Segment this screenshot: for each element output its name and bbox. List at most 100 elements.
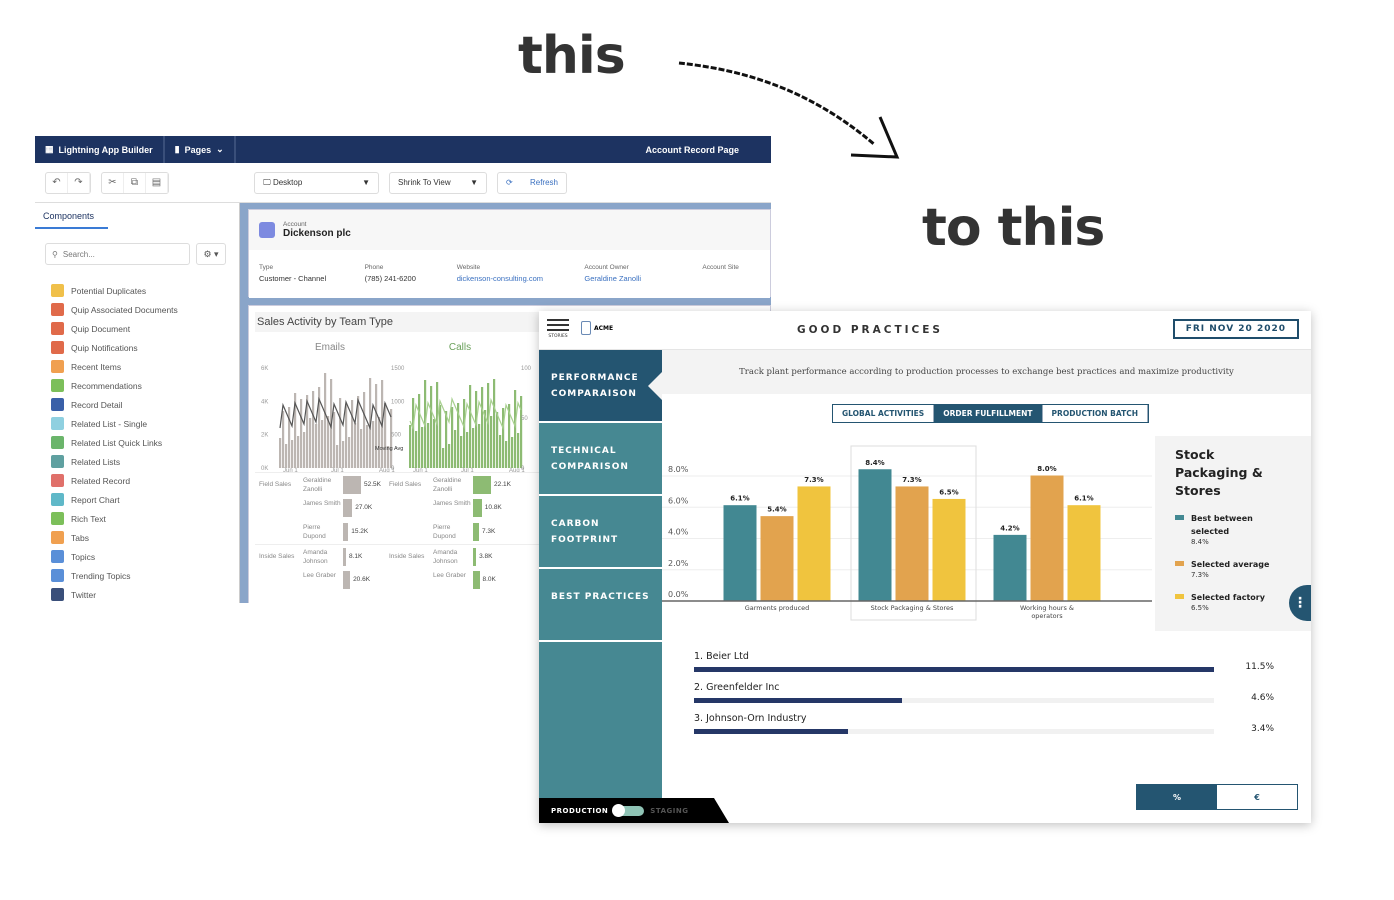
bar[interactable] bbox=[858, 469, 892, 602]
tab-item[interactable]: ORDER FULFILLMENT bbox=[934, 405, 1043, 422]
component-item[interactable]: Rich Text bbox=[51, 509, 239, 528]
y-tick: 1500 bbox=[391, 366, 405, 372]
component-item[interactable]: Trending Topics bbox=[51, 566, 239, 585]
component-item[interactable]: Recommendations bbox=[51, 376, 239, 395]
component-label: Quip Notifications bbox=[71, 342, 138, 353]
component-label: Rich Text bbox=[71, 513, 106, 524]
bar[interactable] bbox=[993, 534, 1027, 602]
rep-name: Lee Graber bbox=[433, 572, 466, 579]
unit-option[interactable]: € bbox=[1217, 785, 1297, 809]
bar-value-label: 6.1% bbox=[1074, 495, 1093, 503]
mini-bar bbox=[324, 373, 327, 468]
y-tick-label: 0.0% bbox=[668, 590, 689, 599]
view-select[interactable]: Shrink To View ▼ bbox=[389, 171, 487, 194]
chart-legend: Stock Packaging & Stores Best between se… bbox=[1155, 436, 1311, 631]
bar[interactable] bbox=[1067, 505, 1101, 602]
rep-name: Amanda Johnson bbox=[433, 549, 458, 565]
rep-bar bbox=[343, 499, 353, 517]
rep-name: Pierre Dupond bbox=[303, 524, 326, 540]
mini-bar bbox=[297, 436, 300, 468]
record-highlights[interactable]: Account Dickenson plc Type Customer - Chan… bbox=[248, 209, 771, 298]
component-icon bbox=[51, 531, 64, 544]
bar-value-label: 5.4% bbox=[767, 506, 786, 514]
hamburger-icon bbox=[547, 319, 569, 331]
component-item[interactable]: Record Detail bbox=[51, 395, 239, 414]
unit-option[interactable]: % bbox=[1137, 785, 1217, 809]
component-icon bbox=[51, 474, 64, 487]
tab-item[interactable]: PRODUCTION BATCH bbox=[1043, 405, 1149, 422]
ranking-bar-track bbox=[694, 698, 1214, 703]
unit-switch: % € bbox=[1136, 784, 1298, 810]
record-field: Type Customer - Channel bbox=[259, 264, 365, 298]
mini-bar bbox=[348, 437, 351, 468]
rep-value: 27.0K bbox=[355, 504, 373, 511]
bar[interactable] bbox=[1030, 475, 1064, 602]
bar-value-label: 6.5% bbox=[939, 488, 958, 496]
cut-icon[interactable]: ✂ bbox=[102, 172, 124, 193]
redo-icon[interactable]: ↷ bbox=[68, 172, 90, 193]
rep-value: 8.1K bbox=[349, 553, 363, 560]
app-name[interactable]: ▦ Lightning App Builder bbox=[35, 136, 165, 163]
mini-bar bbox=[366, 425, 369, 468]
environment-switch[interactable]: PRODUCTION STAGING bbox=[539, 798, 729, 823]
mini-bar bbox=[333, 412, 336, 468]
mini-bar bbox=[339, 398, 342, 468]
mini-bar bbox=[481, 387, 484, 468]
component-item[interactable]: Related List Quick Links bbox=[51, 433, 239, 452]
component-item[interactable]: Topics bbox=[51, 547, 239, 566]
moving-avg-label: Moving Avg bbox=[375, 446, 403, 452]
stories-menu-button[interactable]: STORIES bbox=[547, 319, 569, 339]
undo-icon[interactable]: ↶ bbox=[46, 172, 68, 193]
rep-bar bbox=[343, 548, 346, 566]
legend-swatch bbox=[1175, 594, 1184, 599]
nav-item[interactable]: CARBON FOOTPRINT bbox=[539, 496, 662, 569]
component-item[interactable]: Quip Notifications bbox=[51, 338, 239, 357]
component-item[interactable]: Quip Document bbox=[51, 319, 239, 338]
y-tick-label: 8.0% bbox=[668, 465, 689, 474]
component-item[interactable]: Recent Items bbox=[51, 357, 239, 376]
legend-swatch bbox=[1175, 561, 1184, 566]
app-icon: ▦ bbox=[45, 144, 54, 154]
component-item[interactable]: Related Record bbox=[51, 471, 239, 490]
legend-value: 7.3% bbox=[1191, 571, 1209, 579]
component-item[interactable]: Related Lists bbox=[51, 452, 239, 471]
pages-menu[interactable]: ▮ Pages ⌄ bbox=[165, 136, 236, 163]
search-input[interactable]: ⚲ Search... bbox=[45, 243, 190, 265]
component-label: Potential Duplicates bbox=[71, 285, 147, 296]
tab-item[interactable]: GLOBAL ACTIVITIES bbox=[833, 405, 935, 422]
nav-item[interactable]: BEST PRACTICES bbox=[539, 569, 662, 642]
paste-icon[interactable]: ▤ bbox=[146, 172, 168, 193]
mini-chart-title: Calls bbox=[449, 342, 471, 353]
component-item[interactable]: Tabs bbox=[51, 528, 239, 547]
owner-link[interactable]: Geraldine Zanolli bbox=[584, 274, 702, 283]
bar[interactable] bbox=[760, 516, 794, 602]
component-icon bbox=[51, 417, 64, 430]
component-item[interactable]: Twitter bbox=[51, 585, 239, 603]
story-nav: PERFORMANCE COMPARAISON TECHNICAL COMPARI… bbox=[539, 350, 662, 798]
nav-item[interactable]: PERFORMANCE COMPARAISON bbox=[539, 350, 662, 423]
env-toggle[interactable] bbox=[612, 803, 645, 817]
component-item[interactable]: Related List - Single bbox=[51, 414, 239, 433]
bar[interactable] bbox=[932, 498, 966, 602]
refresh-button[interactable]: ⟳ Refresh bbox=[497, 171, 567, 194]
rep-bar bbox=[343, 476, 361, 494]
copy-icon[interactable]: ⧉ bbox=[124, 172, 146, 193]
device-select[interactable]: 🖵 Desktop ▼ bbox=[254, 171, 379, 194]
rep-name: Geraldine Zanolli bbox=[303, 477, 332, 493]
mini-bar bbox=[291, 440, 294, 468]
component-item[interactable]: Quip Associated Documents bbox=[51, 300, 239, 319]
bar[interactable] bbox=[723, 505, 757, 602]
mini-bar bbox=[490, 416, 493, 468]
component-item[interactable]: Report Chart bbox=[51, 490, 239, 509]
dropdown-icon: ▼ bbox=[362, 178, 370, 187]
bar[interactable] bbox=[797, 486, 831, 602]
bar[interactable] bbox=[895, 486, 929, 602]
component-item[interactable]: Potential Duplicates bbox=[51, 281, 239, 300]
rep-value: 20.6K bbox=[353, 576, 371, 583]
nav-item[interactable]: TECHNICAL COMPARISON bbox=[539, 423, 662, 496]
website-link[interactable]: dickenson-consulting.com bbox=[457, 274, 585, 283]
settings-button[interactable]: ⚙ ▾ bbox=[196, 243, 226, 265]
legend-item: Selected average 7.3% bbox=[1175, 558, 1291, 579]
tab-components[interactable]: Components bbox=[35, 203, 108, 229]
component-label: Related Lists bbox=[71, 456, 121, 467]
